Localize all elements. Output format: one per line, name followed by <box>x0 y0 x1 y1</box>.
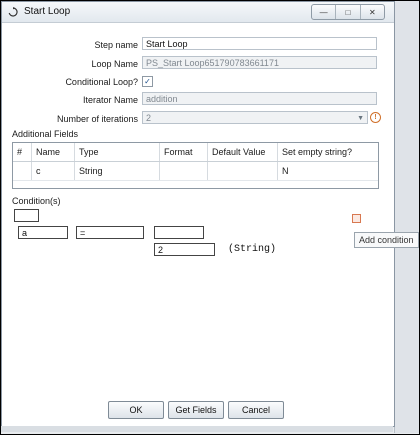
step-name-input[interactable]: Start Loop <box>142 37 377 50</box>
iterations-value: 2 <box>146 113 152 123</box>
table-header: # Name Type Format Default Value Set emp… <box>13 143 378 162</box>
column-header-default-value[interactable]: Default Value <box>208 143 278 161</box>
dialog-bottom-strip <box>1 426 393 432</box>
conditional-loop-label: Conditional Loop? <box>65 77 138 87</box>
background-window-strip <box>394 1 419 433</box>
condition-value-field[interactable]: 2 <box>154 243 215 256</box>
add-condition-tooltip: Add condition <box>354 232 419 248</box>
operator-field[interactable]: = <box>76 226 144 239</box>
loop-name-label: Loop Name <box>91 59 138 69</box>
cell-name[interactable]: c <box>32 162 75 180</box>
minimize-button[interactable]: — <box>312 5 337 19</box>
conditional-loop-checkbox[interactable]: ✓ <box>142 76 153 87</box>
left-operand-field[interactable]: a <box>18 226 68 239</box>
ok-button-label: OK <box>129 405 143 415</box>
window-title: Start Loop <box>24 6 71 17</box>
condition-value-type: (String) <box>228 244 277 255</box>
column-header-number[interactable]: # <box>13 143 32 161</box>
chevron-down-icon[interactable]: ▼ <box>357 112 364 125</box>
conditions-label: Condition(s) <box>12 196 61 206</box>
loop-icon <box>8 7 18 17</box>
table-row[interactable]: c String N <box>13 162 378 181</box>
window-controls: — □ ✕ <box>311 4 385 20</box>
loop-name-input: PS_Start Loop651790783661171 <box>142 56 377 69</box>
column-header-set-empty-string[interactable]: Set empty string? <box>278 143 376 161</box>
cancel-button[interactable]: Cancel <box>228 401 284 419</box>
warning-icon: ! <box>370 112 381 123</box>
ok-button[interactable]: OK <box>108 401 164 419</box>
cell-type[interactable]: String <box>75 162 160 180</box>
column-header-format[interactable]: Format <box>160 143 208 161</box>
step-name-label: Step name <box>94 40 138 50</box>
column-header-name[interactable]: Name <box>32 143 75 161</box>
iterator-name-input: addition <box>142 92 377 105</box>
cell-set-empty-string[interactable]: N <box>278 162 376 180</box>
right-operand-field[interactable] <box>154 226 204 239</box>
additional-fields-table: # Name Type Format Default Value Set emp… <box>12 142 379 189</box>
maximize-button[interactable]: □ <box>336 5 361 19</box>
cancel-button-label: Cancel <box>241 405 270 415</box>
condition-group-box[interactable] <box>14 209 39 222</box>
cell-number[interactable] <box>13 162 32 180</box>
close-button[interactable]: ✕ <box>361 5 384 19</box>
column-header-type[interactable]: Type <box>75 143 160 161</box>
get-fields-button[interactable]: Get Fields <box>168 401 224 419</box>
start-loop-dialog: Start Loop — □ ✕ Step name Start Loop Lo… <box>1 1 419 427</box>
add-condition-icon[interactable] <box>352 214 361 223</box>
title-bar[interactable]: Start Loop — □ ✕ <box>2 2 394 23</box>
cell-default-value[interactable] <box>208 162 278 180</box>
get-fields-button-label: Get Fields <box>175 405 217 415</box>
iterator-name-label: Iterator Name <box>82 95 138 105</box>
additional-fields-label: Additional Fields <box>12 129 79 139</box>
cell-format[interactable] <box>160 162 208 180</box>
iterations-label: Number of iterations <box>56 114 138 124</box>
iterations-combo[interactable]: 2 ▼ <box>142 111 368 124</box>
